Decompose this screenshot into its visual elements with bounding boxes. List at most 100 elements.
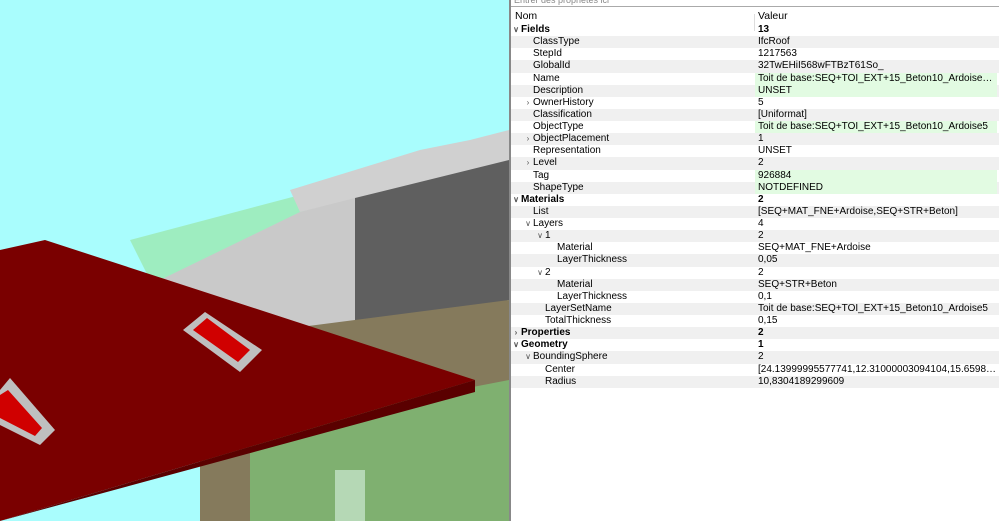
row-value: 0,1 <box>758 290 772 302</box>
chevron-right-icon[interactable]: › <box>523 97 533 109</box>
chevron-down-icon[interactable]: ∨ <box>511 194 521 206</box>
tree-row[interactable]: List [SEQ+MAT_FNE+Ardoise,SEQ+STR+Beton] <box>511 205 999 218</box>
tree-row[interactable]: StepId 1217563 <box>511 48 999 60</box>
tree-row[interactable]: ∨ Materials 2 <box>511 194 999 206</box>
row-name-text: 1 <box>545 230 551 242</box>
row-value: Toit de base:SEQ+TOI_EXT+15_Beton10_Ardo… <box>755 121 997 133</box>
row-name: ∨ Fields <box>511 24 550 36</box>
tree-row[interactable]: ∨ 1 2 <box>511 230 999 243</box>
chevron-down-icon[interactable]: ∨ <box>535 267 545 279</box>
row-name-text: 2 <box>545 266 551 278</box>
tree-row[interactable]: Representation UNSET <box>511 145 999 157</box>
row-name-text: BoundingSphere <box>533 351 608 363</box>
row-name-text: StepId <box>533 48 562 60</box>
tree-row[interactable]: Tag 926884 <box>511 169 999 182</box>
tree-row[interactable]: Center [24.13999995577741,12.310000030941… <box>511 364 999 376</box>
chevron-right-icon[interactable]: › <box>511 327 521 339</box>
chevron-right-icon[interactable]: › <box>523 133 533 145</box>
window <box>335 470 365 521</box>
row-name-text: LayerThickness <box>557 254 628 266</box>
tree-row[interactable]: › ObjectPlacement 1 <box>511 133 999 146</box>
tree-row[interactable]: LayerThickness 0,1 <box>511 291 999 303</box>
tree-row[interactable]: ∨ Geometry 1 <box>511 339 999 351</box>
properties-panel: Entrer des propriétés ici Nom Valeur ∨ Fi… <box>509 0 999 521</box>
row-name-text: Fields <box>521 24 550 35</box>
tree-row[interactable]: Material SEQ+MAT_FNE+Ardoise <box>511 242 999 254</box>
column-value-header[interactable]: Valeur <box>758 10 788 22</box>
row-name: › Level <box>523 157 557 169</box>
row-name-text: ObjectPlacement <box>533 133 610 145</box>
tree-row[interactable]: Name Toit de base:SEQ+TOI_EXT+15_Beton10_… <box>511 72 999 85</box>
3d-viewport[interactable] <box>0 0 509 521</box>
tree-row[interactable]: ClassType IfcRoof <box>511 36 999 49</box>
row-name-text: Material <box>557 278 593 290</box>
chevron-down-icon[interactable]: ∨ <box>511 339 521 351</box>
tree-row[interactable]: ∨ Layers 4 <box>511 218 999 230</box>
row-name: ∨ Geometry <box>511 339 568 351</box>
row-name: LayerSetName <box>535 303 612 315</box>
row-name: Tag <box>523 170 549 182</box>
row-name: List <box>523 206 549 218</box>
row-name: ∨ BoundingSphere <box>523 351 608 363</box>
tree-row[interactable]: GlobalId 32TwEHiI568wFTBzT61So_ <box>511 60 999 73</box>
row-value: 0,15 <box>758 315 778 326</box>
row-name: ObjectType <box>523 121 584 133</box>
row-value: 2 <box>758 193 764 205</box>
row-value: 5 <box>758 96 764 108</box>
row-name: › Properties <box>511 327 571 339</box>
row-name: Representation <box>523 145 601 157</box>
row-value: [Uniformat] <box>758 108 807 120</box>
chevron-down-icon[interactable]: ∨ <box>511 24 521 36</box>
row-name-text: Center <box>545 363 576 375</box>
row-name-text: Properties <box>521 327 571 339</box>
tree-row[interactable]: TotalThickness 0,15 <box>511 315 999 327</box>
tree-row[interactable]: Material SEQ+STR+Beton <box>511 278 999 291</box>
row-value: 0,05 <box>758 254 778 266</box>
tree-row[interactable]: ∨ 2 2 <box>511 267 999 279</box>
row-name-text: TotalThickness <box>545 315 612 326</box>
row-name-text: Geometry <box>521 339 568 351</box>
row-name-text: LayerSetName <box>545 302 612 314</box>
tree-row[interactable]: ∨ BoundingSphere 2 <box>511 351 999 364</box>
row-value: UNSET <box>758 145 792 157</box>
row-value: UNSET <box>755 84 997 97</box>
column-header: Nom Valeur <box>511 7 999 31</box>
tree-row[interactable]: Classification [Uniformat] <box>511 108 999 121</box>
row-value: SEQ+STR+Beton <box>758 278 837 290</box>
row-value: SEQ+MAT_FNE+Ardoise <box>758 242 871 254</box>
row-name: StepId <box>523 48 562 60</box>
row-name: ShapeType <box>523 182 584 194</box>
row-name: LayerThickness <box>547 254 627 266</box>
tree-row[interactable]: LayerSetName Toit de base:SEQ+TOI_EXT+15_… <box>511 302 999 315</box>
row-name-text: Materials <box>521 193 565 205</box>
row-name: ∨ Materials <box>511 194 564 206</box>
row-value: 2 <box>758 351 764 363</box>
row-name: Material <box>547 279 593 291</box>
search-input[interactable]: Entrer des propriétés ici <box>511 0 999 7</box>
row-name: LayerThickness <box>547 291 627 303</box>
tree-row[interactable]: › Properties 2 <box>511 327 999 340</box>
row-name: GlobalId <box>523 60 570 72</box>
tree-row[interactable]: LayerThickness 0,05 <box>511 254 999 267</box>
chevron-down-icon[interactable]: ∨ <box>523 351 533 363</box>
row-name-text: ClassType <box>533 36 580 48</box>
tree-row[interactable]: Radius 10,8304189299609 <box>511 375 999 388</box>
row-value: 4 <box>758 218 764 229</box>
tree-row[interactable]: ∨ Fields 13 <box>511 24 999 36</box>
tree-row[interactable]: ObjectType Toit de base:SEQ+TOI_EXT+15_Be… <box>511 121 999 133</box>
tree-row[interactable]: ShapeType NOTDEFINED <box>511 181 999 194</box>
row-name: Name <box>523 73 560 85</box>
tree-row[interactable]: Description UNSET <box>511 84 999 97</box>
tree-row[interactable]: › OwnerHistory 5 <box>511 97 999 109</box>
row-value: 926884 <box>755 169 997 182</box>
row-name-text: LayerThickness <box>557 290 628 302</box>
row-name: ClassType <box>523 36 580 48</box>
row-name-text: Layers <box>533 218 564 229</box>
chevron-down-icon[interactable]: ∨ <box>535 230 545 242</box>
chevron-right-icon[interactable]: › <box>523 157 533 169</box>
row-name-text: ObjectType <box>533 121 584 132</box>
chevron-down-icon[interactable]: ∨ <box>523 218 533 230</box>
row-name: Radius <box>535 376 576 388</box>
column-name-header[interactable]: Nom <box>515 10 537 22</box>
tree-row[interactable]: › Level 2 <box>511 157 999 170</box>
